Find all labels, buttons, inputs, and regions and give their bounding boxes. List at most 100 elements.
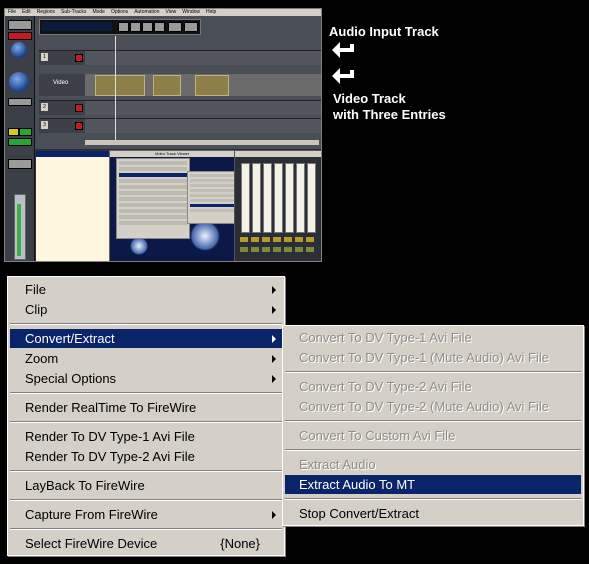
submenu-item-convert-dv2-mute[interactable]: Convert To DV Type-2 (Mute Audio) Avi Fi… <box>285 397 581 416</box>
control-knob <box>11 42 27 58</box>
submenu-item-label: Convert To DV Type-2 Avi File <box>299 379 472 394</box>
mixer-fader <box>241 163 250 233</box>
submenu-separator <box>285 498 581 500</box>
strip-button <box>8 98 32 106</box>
timeline-area: 1 Video 2 3 <box>35 16 321 149</box>
submenu-item-label: Convert To DV Type-1 Avi File <box>299 330 472 345</box>
menu-item-select-device[interactable]: Select FireWire Device {None} <box>10 534 282 553</box>
menu-item-label: Select FireWire Device <box>25 536 158 551</box>
submenu-arrow-icon <box>272 375 276 383</box>
video-clip <box>195 75 229 96</box>
menu-item-capture[interactable]: Capture From FireWire <box>10 505 282 524</box>
menu-item-label: Capture From FireWire <box>25 507 158 522</box>
track-number: 1 <box>41 53 48 61</box>
menu-item-zoom[interactable]: Zoom <box>10 349 282 368</box>
menu-item-label: LayBack To FireWire <box>25 478 145 493</box>
submenu-item-extract-audio-mt[interactable]: Extract Audio To MT <box>285 475 581 494</box>
audio-track-1: 1 <box>39 50 321 65</box>
submenu-item-label: Convert To DV Type-2 (Mute Audio) Avi Fi… <box>299 399 550 414</box>
video-clip <box>153 75 181 96</box>
menu-item-clip[interactable]: Clip <box>10 300 282 319</box>
app-screenshot: File Edit Regions Sub-Tracks Mode Options Auto… <box>4 8 322 262</box>
menu-separator <box>10 421 282 423</box>
submenu-item-convert-dv1[interactable]: Convert To DV Type-1 Avi File <box>285 328 581 347</box>
pan-button <box>8 159 32 169</box>
mixer-fader <box>307 163 316 233</box>
audio-track-3: 3 <box>39 118 321 133</box>
mixer-fader <box>263 163 272 233</box>
menu-item-render-realtime[interactable]: Render RealTime To FireWire <box>10 398 282 417</box>
transport-button <box>118 22 129 32</box>
submenu-item-convert-dv1-mute[interactable]: Convert To DV Type-1 (Mute Audio) Avi Fi… <box>285 348 581 367</box>
transport-button <box>130 22 141 32</box>
audio-input-track-label: Audio Input Track <box>329 24 439 39</box>
arrow-left-icon <box>332 42 354 58</box>
submenu-separator <box>285 420 581 422</box>
video-track-name: Video <box>53 80 69 86</box>
record-button <box>8 32 32 40</box>
transport-button <box>184 22 198 32</box>
submenu-item-extract-audio[interactable]: Extract Audio <box>285 455 581 474</box>
record-arm-button <box>75 122 83 130</box>
mini-context-menu <box>116 158 190 239</box>
submenu-item-convert-custom[interactable]: Convert To Custom Avi File <box>285 426 581 445</box>
transport-button <box>168 22 182 32</box>
transport-bar <box>39 19 201 35</box>
submenu-item-label: Stop Convert/Extract <box>299 506 419 521</box>
menu-item-layback[interactable]: LayBack To FireWire <box>10 476 282 495</box>
left-control-strip <box>5 16 35 261</box>
menu-separator <box>10 392 282 394</box>
video-track-label: Video Track <box>333 91 406 106</box>
transport-button <box>154 22 165 32</box>
video-viewer-title: Video Track Viewer <box>110 151 234 157</box>
menu-item-shortcut: {None} <box>220 536 260 551</box>
menu-item-convert-extract[interactable]: Convert/Extract <box>10 329 282 348</box>
mixer-panel <box>234 150 321 261</box>
menu-item-label: Render To DV Type-2 Avi File <box>25 449 195 464</box>
menu-item-file[interactable]: File <box>10 280 282 299</box>
submenu-item-label: Convert To Custom Avi File <box>299 428 456 443</box>
timeline-scrollbar <box>85 140 319 145</box>
stage-light <box>130 237 148 255</box>
regions-panel <box>35 150 110 261</box>
menu-item-special-options[interactable]: Special Options <box>10 369 282 388</box>
transport-button <box>142 22 153 32</box>
main-context-menu: File Clip Convert/Extract Zoom Special O… <box>7 276 285 556</box>
level-meter <box>17 204 21 256</box>
submenu-separator <box>285 449 581 451</box>
mixer-fader <box>252 163 261 233</box>
record-arm-button <box>75 54 83 62</box>
strip-button <box>19 128 32 136</box>
menu-separator <box>10 528 282 530</box>
menu-item-label: File <box>25 282 46 297</box>
submenu-item-label: Extract Audio <box>299 457 376 472</box>
submenu-arrow-icon <box>272 511 276 519</box>
menu-item-label: Convert/Extract <box>25 331 115 346</box>
menu-item-label: Zoom <box>25 351 59 366</box>
submenu-item-stop-convert[interactable]: Stop Convert/Extract <box>285 504 581 523</box>
stage-light <box>190 221 220 251</box>
menu-item-render-dv2[interactable]: Render To DV Type-2 Avi File <box>10 447 282 466</box>
video-track-label-line2: with Three Entries <box>333 107 446 122</box>
mixer-fader <box>285 163 294 233</box>
mixer-fader <box>296 163 305 233</box>
arrow-left-icon <box>332 68 354 84</box>
submenu-item-convert-dv2[interactable]: Convert To DV Type-2 Avi File <box>285 377 581 396</box>
convert-extract-submenu: Convert To DV Type-1 Avi File Convert To… <box>282 325 584 526</box>
menu-item-label: Clip <box>25 302 48 317</box>
menu-separator <box>10 499 282 501</box>
menu-item-render-dv1[interactable]: Render To DV Type-1 Avi File <box>10 427 282 446</box>
menu-separator <box>10 323 282 325</box>
mixer-fader <box>274 163 283 233</box>
submenu-arrow-icon <box>272 286 276 294</box>
track-number: 2 <box>41 103 48 111</box>
volume-knob <box>9 72 29 92</box>
menu-item-label: Render To DV Type-1 Avi File <box>25 429 195 444</box>
menu-separator <box>10 470 282 472</box>
menu-item-label: Special Options <box>25 371 117 386</box>
submenu-arrow-icon <box>272 355 276 363</box>
submenu-separator <box>285 371 581 373</box>
app-menubar: File Edit Regions Sub-Tracks Mode Options Auto… <box>5 9 321 16</box>
strip-button <box>8 20 32 30</box>
time-display <box>42 22 112 31</box>
